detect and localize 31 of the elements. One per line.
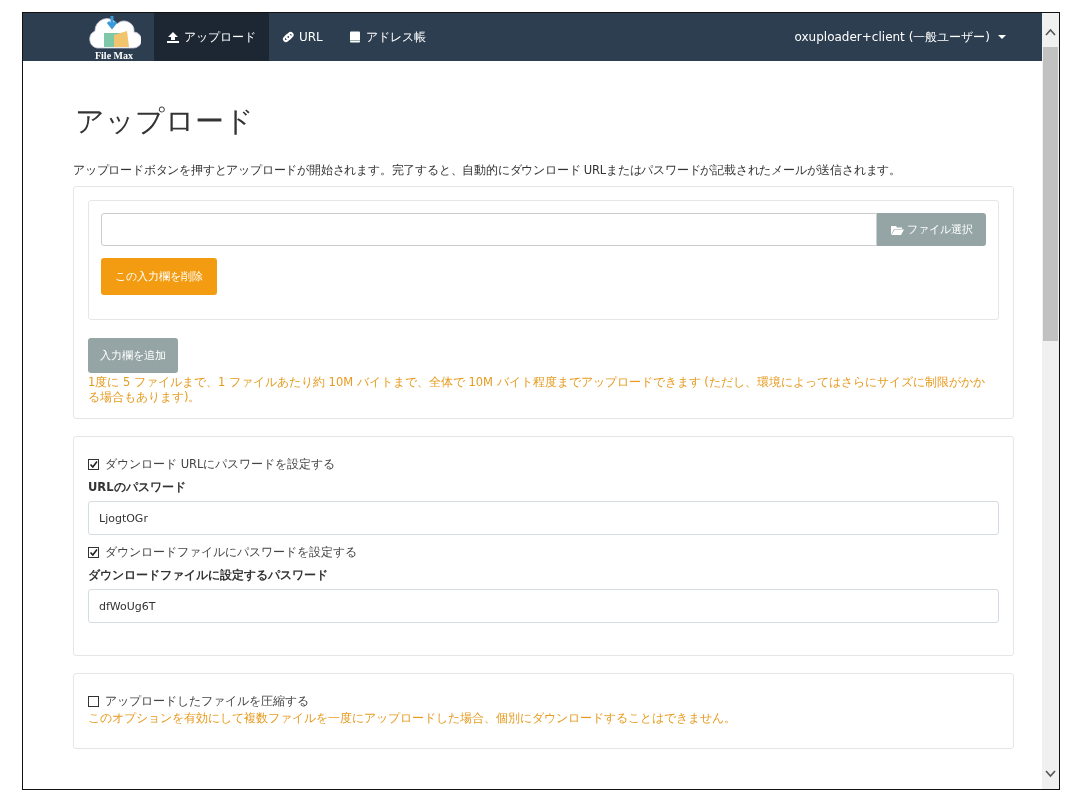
folder-icon bbox=[890, 224, 904, 235]
compress-note: このオプションを有効にして複数ファイルを一度にアップロードした場合、個別にダウンロードすることはできません。 bbox=[88, 711, 737, 726]
page-title: アップロード bbox=[75, 103, 255, 140]
field-label: URLのパスワード bbox=[88, 480, 187, 495]
checkbox-option[interactable]: ダウンロードファイルにパスワードを設定する bbox=[88, 545, 999, 560]
caret-icon bbox=[998, 34, 1006, 40]
description-text: アップロードボタンを押すとアップロードが開始されます。完了すると、自動的にダウンロード URLまたはパスワードが記載されたメールが送信されます。 bbox=[73, 163, 903, 178]
upload-limit-note: 1度に 5 ファイルまで、1 ファイルあたり約 10M バイトまで、全体で 10M バイト程度までアップロードできます (ただし、環境によってはさらにサイズに制限がかかる場合もあります)。 bbox=[88, 375, 986, 405]
checkbox-option[interactable]: ダウンロード URLにパスワードを設定する bbox=[88, 457, 999, 472]
nav-tab[interactable]: アップロード bbox=[154, 13, 269, 61]
checkbox-option[interactable]: アップロードしたファイルを圧縮する bbox=[88, 694, 999, 709]
checkbox[interactable] bbox=[88, 547, 99, 558]
book-icon bbox=[348, 31, 361, 43]
field-label: ダウンロードファイルに設定するパスワード bbox=[88, 568, 329, 583]
checkmark-icon bbox=[89, 460, 98, 469]
link-icon bbox=[282, 31, 294, 43]
nav-tab[interactable]: URL bbox=[269, 13, 336, 61]
logo-text: File Max bbox=[94, 50, 133, 61]
user-menu[interactable]: oxuploader+client (一般ユーザー) bbox=[794, 13, 1042, 61]
password-field[interactable]: dfWoUg6T bbox=[88, 589, 999, 623]
cloud-logo-icon bbox=[87, 14, 141, 50]
checkbox-label: アップロードしたファイルを圧縮する bbox=[105, 694, 309, 709]
checkbox[interactable] bbox=[88, 696, 99, 707]
upload-icon bbox=[167, 31, 179, 43]
password-field[interactable]: LjogtOGr bbox=[88, 501, 999, 535]
checkbox-label: ダウンロードファイルにパスワードを設定する bbox=[105, 545, 357, 560]
checkmark-icon bbox=[89, 548, 98, 557]
nav-tab[interactable]: アドレス帳 bbox=[335, 13, 439, 61]
file-path-field[interactable] bbox=[101, 213, 877, 246]
checkbox-label: ダウンロード URLにパスワードを設定する bbox=[105, 457, 336, 472]
checkbox[interactable] bbox=[88, 459, 99, 470]
